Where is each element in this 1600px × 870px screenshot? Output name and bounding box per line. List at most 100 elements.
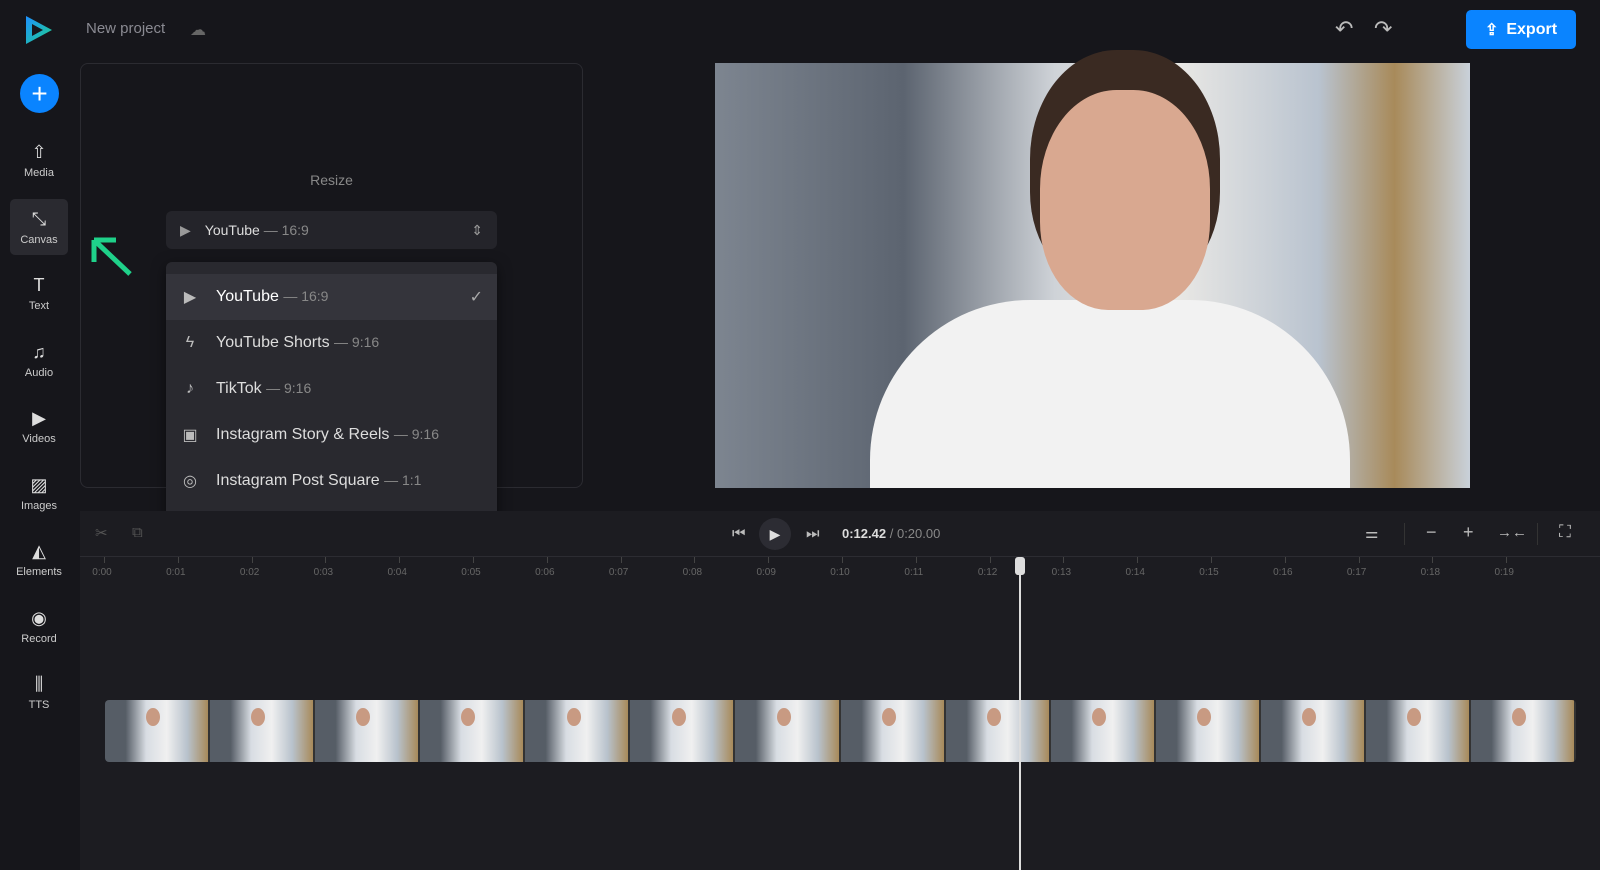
sidebar-item-label: Text bbox=[28, 300, 50, 312]
sidebar-item-label: Canvas bbox=[20, 233, 58, 246]
sidebar-item-record[interactable]: ◉ Record bbox=[10, 598, 68, 654]
format-option[interactable]: ♪ TikTok — 9:16 bbox=[166, 366, 497, 412]
redo-icon[interactable]: ↷ bbox=[1374, 16, 1392, 42]
youtube-icon: ▶ bbox=[180, 221, 191, 238]
sidebar-item-audio[interactable]: ♫ Audio bbox=[10, 332, 68, 388]
resize-heading: Resize bbox=[310, 172, 353, 188]
ruler-tick bbox=[251, 557, 253, 563]
playhead[interactable] bbox=[1018, 557, 1021, 870]
adjust-icon[interactable]: ⚌ bbox=[1365, 524, 1378, 542]
ruler-tick bbox=[989, 557, 991, 563]
preview-face bbox=[1040, 90, 1210, 310]
sidebar-item-media[interactable]: ⇧ Media bbox=[10, 133, 68, 189]
clip-thumbnail bbox=[1365, 700, 1472, 762]
play-button[interactable]: ▶ bbox=[759, 518, 791, 550]
preview-shirt bbox=[870, 300, 1350, 488]
chevron-updown-icon: ⇕ bbox=[471, 221, 483, 238]
clip-thumbnail bbox=[945, 700, 1051, 762]
ruler-tick bbox=[1211, 557, 1212, 563]
sidebar-item-canvas[interactable]: ⤡ Canvas bbox=[10, 199, 68, 255]
ruler-label: 0:17 bbox=[1346, 567, 1367, 578]
video-track-clip[interactable] bbox=[105, 700, 1576, 762]
timeline bbox=[80, 511, 1600, 870]
image-icon: ▨ bbox=[30, 474, 48, 495]
music-icon: ♫ bbox=[32, 341, 46, 362]
ruler-label: 0:16 bbox=[1273, 567, 1293, 578]
fullscreen-icon[interactable]: ⛶ bbox=[1559, 522, 1571, 542]
export-label: Export bbox=[1506, 20, 1558, 38]
export-button[interactable]: ⇪ Export bbox=[1466, 10, 1576, 49]
ruler-tick bbox=[473, 557, 474, 563]
shapes-icon: ◭ bbox=[32, 541, 46, 561]
sidebar-item-label: Images bbox=[20, 499, 58, 512]
ruler-label: 0:02 bbox=[239, 567, 260, 578]
ruler-label: 0:03 bbox=[313, 567, 334, 578]
ruler-tick bbox=[842, 557, 843, 563]
ruler-label: 0:07 bbox=[608, 567, 629, 578]
zoom-in-icon[interactable]: + bbox=[1463, 522, 1474, 543]
divider bbox=[1537, 523, 1538, 545]
ruler-label: 0:18 bbox=[1420, 567, 1441, 578]
format-option[interactable]: ▶ YouTube — 16:9 ✓ bbox=[166, 274, 497, 320]
zoom-out-icon[interactable]: − bbox=[1426, 522, 1437, 543]
option-ratio: — 9:16 bbox=[266, 380, 312, 396]
sidebar-item-videos[interactable]: ▶ Videos bbox=[10, 399, 68, 455]
green-arrow-annotation bbox=[91, 237, 132, 276]
time-display: 0:12.42 / 0:20.00 bbox=[842, 526, 940, 541]
ruler-label: 0:10 bbox=[830, 567, 850, 578]
format-option[interactable]: ◎ Instagram Post Square — 1:1 bbox=[166, 458, 497, 504]
ruler-label: 0:05 bbox=[461, 567, 481, 578]
cloud-upload-icon: ⇧ bbox=[31, 142, 47, 162]
time-separator: / bbox=[889, 526, 894, 541]
option-ratio: — 1:1 bbox=[384, 472, 422, 488]
skip-forward-icon[interactable]: ⏭ bbox=[806, 525, 820, 542]
sidebar-item-images[interactable]: ▨ Images bbox=[10, 465, 68, 521]
format-select[interactable]: ▶ YouTube — 16:9 ⇕ bbox=[166, 211, 497, 249]
ruler-label: 0:01 bbox=[166, 567, 186, 578]
cut-icon[interactable]: ✂ bbox=[95, 524, 108, 542]
duplicate-icon[interactable]: ⧉ bbox=[132, 524, 143, 541]
ruler-label: 0:11 bbox=[904, 567, 924, 578]
clip-thumbnail bbox=[1155, 700, 1261, 762]
youtube-shorts-icon: ϟ bbox=[185, 334, 195, 351]
fit-icon[interactable]: →← bbox=[1497, 524, 1527, 541]
canvas-resize-icon: ⤡ bbox=[31, 208, 47, 229]
clip-thumbnail bbox=[1260, 700, 1366, 762]
ruler-tick bbox=[1063, 557, 1065, 563]
sidebar-item-label: Videos bbox=[22, 433, 56, 445]
waveform-icon: ⫼ bbox=[34, 674, 44, 694]
format-option[interactable]: ▣ Instagram Story & Reels — 9:16 bbox=[166, 412, 497, 458]
upload-icon: ⇪ bbox=[1484, 21, 1499, 39]
format-option[interactable]: ϟ YouTube Shorts — 9:16 bbox=[166, 320, 497, 366]
total-time: 0:20.00 bbox=[896, 526, 941, 541]
sidebar-item-label: Elements bbox=[16, 566, 62, 578]
ruler-tick bbox=[1137, 557, 1139, 563]
option-name: YouTube Shorts bbox=[216, 334, 330, 351]
playhead-handle[interactable] bbox=[1014, 557, 1025, 575]
current-time: 0:12.42 bbox=[842, 526, 887, 541]
instagram-reels-icon: ▣ bbox=[182, 427, 198, 444]
project-title[interactable]: New project bbox=[86, 20, 165, 37]
undo-icon[interactable]: ↶ bbox=[1335, 16, 1353, 42]
add-button[interactable]: + bbox=[20, 74, 59, 113]
sidebar-item-elements[interactable]: ◭ Elements bbox=[10, 532, 68, 588]
sidebar-item-tts[interactable]: ⫼ TTS bbox=[10, 665, 68, 721]
ruler-tick bbox=[104, 557, 105, 563]
ruler-tick bbox=[1432, 557, 1434, 563]
clip-thumbnail bbox=[840, 700, 946, 762]
option-name: TikTok bbox=[216, 380, 262, 397]
ruler-tick bbox=[1506, 557, 1508, 563]
ruler-label: 0:08 bbox=[682, 567, 703, 578]
ruler-label: 0:04 bbox=[387, 567, 407, 578]
clip-thumbnail bbox=[1050, 700, 1156, 762]
divider bbox=[1404, 523, 1405, 545]
option-ratio: — 9:16 bbox=[334, 334, 380, 350]
skip-back-icon[interactable]: ⏮ bbox=[732, 525, 746, 542]
ruler-tick bbox=[1358, 557, 1360, 563]
sidebar-item-text[interactable]: T Text bbox=[10, 266, 68, 322]
ruler-label: 0:13 bbox=[1051, 567, 1072, 578]
ruler-tick bbox=[768, 557, 770, 563]
clip-thumbnail bbox=[210, 700, 316, 762]
clip-thumbnail bbox=[735, 700, 841, 762]
option-ratio: — 16:9 bbox=[283, 288, 329, 304]
